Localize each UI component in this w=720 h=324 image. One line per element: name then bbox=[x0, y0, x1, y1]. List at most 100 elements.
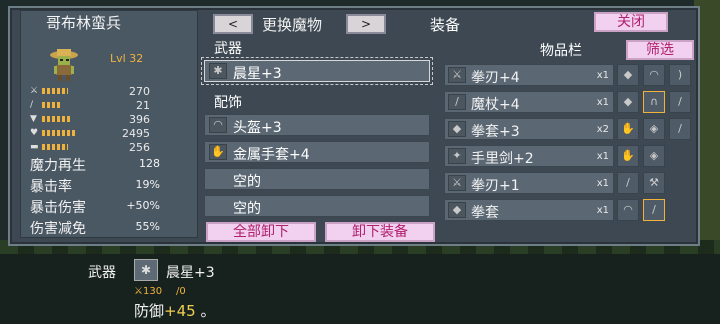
item-label: 魔杖+4 bbox=[471, 97, 520, 113]
detail-slot: 武器 bbox=[88, 265, 116, 281]
item-label: 拳刃+4 bbox=[471, 70, 520, 86]
stat-crit-damage: 暴击伤害 +50% bbox=[30, 197, 160, 217]
wand-icon: / bbox=[30, 100, 34, 110]
staff-icon: / bbox=[448, 94, 466, 110]
unequip-button[interactable]: 卸下装备 bbox=[325, 222, 435, 242]
stat-label: 伤害减免 bbox=[30, 221, 86, 237]
monster-level: Lvl 32 bbox=[110, 52, 144, 65]
wand-icon[interactable]: / bbox=[669, 118, 691, 140]
helmet-icon[interactable]: ◠ bbox=[643, 64, 665, 86]
stat-value: 256 bbox=[129, 141, 150, 154]
item-qty: x1 bbox=[596, 70, 609, 81]
change-monster-label: 更换魔物 bbox=[262, 16, 323, 34]
spear-icon[interactable]: / bbox=[617, 172, 639, 194]
stat-bar bbox=[42, 144, 68, 150]
monster-avatar bbox=[44, 44, 84, 84]
fist-blade-icon: ⚔ bbox=[448, 67, 466, 83]
boot-icon: ▬ bbox=[30, 142, 39, 152]
knuckle-icon[interactable]: ◆ bbox=[617, 64, 639, 86]
stat-value: 270 bbox=[129, 85, 150, 98]
gem-icon[interactable]: ◈ bbox=[643, 118, 665, 140]
unequip-all-button[interactable]: 全部卸下 bbox=[206, 222, 316, 242]
detail-end: 。 bbox=[200, 302, 216, 320]
morningstar-icon: ✱ bbox=[209, 63, 227, 79]
gauntlet-icon: ✋ bbox=[209, 144, 227, 160]
dagger-icon[interactable]: / bbox=[669, 91, 691, 113]
monster-name: 哥布林蛮兵 bbox=[46, 14, 122, 32]
detail-attack-value: 130 bbox=[142, 286, 163, 297]
gauntlet-icon[interactable]: ✋ bbox=[617, 145, 639, 167]
stat-bar bbox=[42, 116, 72, 122]
window-title: 装备 bbox=[430, 16, 461, 34]
inventory-item[interactable]: ⚔ 拳刃+1 x1 bbox=[444, 172, 614, 194]
knuckle-icon: ◆ bbox=[448, 202, 466, 218]
slot-label: 空的 bbox=[233, 201, 261, 217]
bow-icon[interactable]: ) bbox=[669, 64, 691, 86]
fist-blade-icon: ⚔ bbox=[448, 175, 466, 191]
item-detail-panel bbox=[0, 248, 720, 324]
accessory-slot-4[interactable]: 空的 bbox=[204, 195, 430, 217]
shuriken-icon: ✦ bbox=[448, 148, 466, 164]
detail-defense: 防御+45 。 bbox=[134, 300, 215, 321]
gem-icon[interactable]: ◈ bbox=[643, 145, 665, 167]
item-qty: x1 bbox=[596, 205, 609, 216]
inventory-item[interactable]: ⚔ 拳刃+4 x1 bbox=[444, 64, 614, 86]
detail-attack: ⚔130 bbox=[134, 286, 163, 297]
detail-magic: /0 bbox=[176, 286, 186, 297]
next-monster-button[interactable]: > bbox=[346, 14, 386, 34]
stat-bar bbox=[42, 88, 68, 94]
close-button[interactable]: 关闭 bbox=[594, 12, 668, 32]
stat-value: 19% bbox=[135, 178, 160, 191]
stat-crit-rate: 暴击率 19% bbox=[30, 176, 160, 196]
weapon-section-title: 武器 bbox=[214, 41, 242, 57]
inventory-item[interactable]: ◆ 拳套+3 x2 bbox=[444, 118, 614, 140]
detail-magic-value: 0 bbox=[179, 286, 186, 297]
item-qty: x2 bbox=[596, 124, 609, 135]
stat-value: 128 bbox=[139, 157, 160, 170]
stat-label: 魔力再生 bbox=[30, 158, 86, 174]
stat-value: 55% bbox=[135, 220, 160, 233]
axe-icon[interactable]: ⚒ bbox=[643, 172, 665, 194]
detail-item-name: 晨星+3 bbox=[166, 265, 215, 281]
slot-label: 金属手套+4 bbox=[233, 147, 310, 163]
knuckle-icon[interactable]: ◆ bbox=[617, 91, 639, 113]
slot-label: 空的 bbox=[233, 174, 261, 190]
inventory-item[interactable]: ◆ 拳套 x1 bbox=[444, 199, 614, 221]
stat-bar bbox=[42, 102, 60, 108]
shield-icon: ▼ bbox=[30, 114, 37, 124]
stat-label: 暴击伤害 bbox=[30, 200, 86, 216]
gauntlet-icon[interactable]: ✋ bbox=[617, 118, 639, 140]
filter-button[interactable]: 筛选 bbox=[626, 40, 694, 60]
item-qty: x1 bbox=[596, 178, 609, 189]
stat-magic: / 21 bbox=[30, 99, 150, 113]
stat-value: 21 bbox=[136, 99, 150, 112]
accessory-slot-3[interactable]: 空的 bbox=[204, 168, 430, 190]
item-label: 拳套+3 bbox=[471, 124, 520, 140]
detail-defense-label: 防御 bbox=[134, 302, 165, 320]
slot-label: 头盔+3 bbox=[233, 120, 282, 136]
staff-icon[interactable]: / bbox=[643, 199, 665, 221]
item-label: 拳套 bbox=[471, 205, 499, 221]
ring-icon[interactable]: ∩ bbox=[643, 91, 665, 113]
knuckle-icon: ◆ bbox=[448, 121, 466, 137]
inventory-title: 物品栏 bbox=[540, 43, 582, 59]
item-qty: x1 bbox=[596, 97, 609, 108]
stat-value: 2495 bbox=[122, 127, 150, 140]
sword-icon: ⚔ bbox=[30, 86, 39, 96]
inventory-item[interactable]: ✦ 手里剑+2 x1 bbox=[444, 145, 614, 167]
helmet-icon[interactable]: ◠ bbox=[617, 199, 639, 221]
stat-value: +50% bbox=[126, 199, 160, 212]
heart-icon: ♥ bbox=[30, 128, 39, 138]
weapon-slot[interactable]: ✱ 晨星+3 bbox=[201, 57, 433, 85]
prev-monster-button[interactable]: < bbox=[213, 14, 253, 34]
accessory-slot-2[interactable]: ✋ 金属手套+4 bbox=[204, 141, 430, 163]
stat-value: 396 bbox=[129, 113, 150, 126]
stat-health: ♥ 2495 bbox=[30, 127, 150, 141]
item-label: 手里剑+2 bbox=[471, 151, 534, 167]
inventory-item[interactable]: / 魔杖+4 x1 bbox=[444, 91, 614, 113]
morningstar-icon: ✱ bbox=[134, 259, 158, 281]
stat-defense: ▼ 396 bbox=[30, 113, 150, 127]
stat-damage-reduction: 伤害减免 55% bbox=[30, 218, 160, 238]
item-qty: x1 bbox=[596, 151, 609, 162]
accessory-slot-1[interactable]: ◠ 头盔+3 bbox=[204, 114, 430, 136]
